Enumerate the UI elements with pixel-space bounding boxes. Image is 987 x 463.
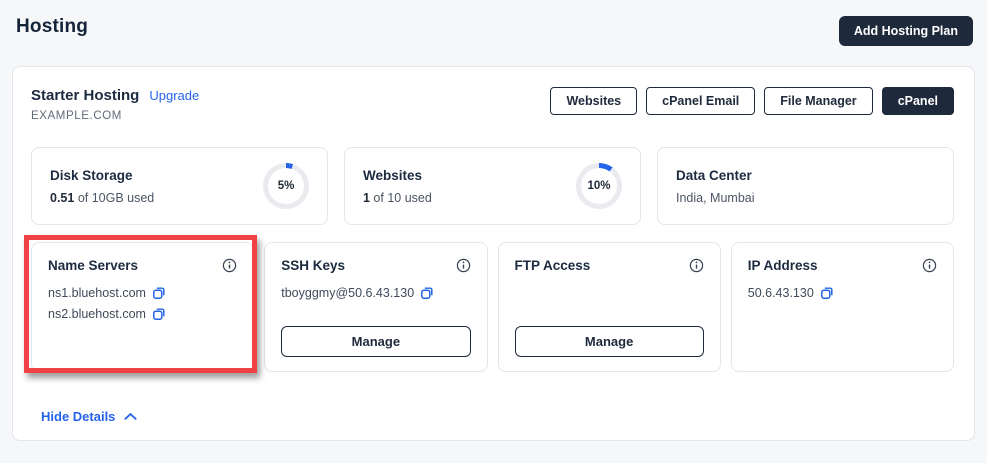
plan-actions: Websites cPanel Email File Manager cPane…	[550, 87, 954, 115]
tab-websites[interactable]: Websites	[550, 87, 638, 115]
disk-storage-donut: 5%	[263, 163, 309, 209]
plan-name: Starter Hosting	[31, 87, 140, 104]
tab-cpanel[interactable]: cPanel	[881, 87, 954, 115]
copy-icon[interactable]	[152, 307, 166, 321]
websites-card: Websites 1 of 10 used 10%	[344, 147, 641, 225]
nameserver-row: ns2.bluehost.com	[48, 307, 237, 321]
ip-address-row: 50.6.43.130	[748, 286, 937, 300]
data-center-card: Data Center India, Mumbai	[657, 147, 954, 225]
ftp-manage-button[interactable]: Manage	[514, 326, 704, 357]
info-icon[interactable]	[456, 258, 471, 273]
hide-details-link[interactable]: Hide Details	[41, 409, 115, 424]
websites-title: Websites	[363, 167, 423, 183]
websites-usage: 1 of 10 used	[363, 190, 432, 205]
ip-address-title: IP Address	[747, 258, 818, 273]
ssh-key-row: tboyggmy@50.6.43.130	[281, 286, 470, 300]
page-title: Hosting	[16, 16, 89, 37]
copy-icon[interactable]	[152, 286, 166, 300]
plan-domain: EXAMPLE.COM	[31, 110, 122, 122]
info-icon[interactable]	[689, 258, 704, 273]
plan-header: Starter Hosting Upgrade EXAMPLE.COM Webs…	[31, 87, 954, 122]
ip-address-card: IP Address 50.6.43.130	[730, 242, 954, 372]
disk-storage-title: Disk Storage	[50, 167, 133, 183]
ssh-manage-button[interactable]: Manage	[281, 326, 471, 357]
disk-storage-card: Disk Storage 0.51 of 10GB used 5%	[31, 147, 328, 225]
disk-storage-usage: 0.51 of 10GB used	[50, 190, 155, 205]
stats-row: Disk Storage 0.51 of 10GB used 5% Websit…	[31, 147, 954, 225]
ssh-keys-title: SSH Keys	[281, 258, 346, 273]
data-center-location: India, Mumbai	[676, 190, 755, 205]
tab-file-manager[interactable]: File Manager	[764, 87, 873, 115]
data-center-title: Data Center	[676, 167, 752, 183]
hosting-plan-card: Starter Hosting Upgrade EXAMPLE.COM Webs…	[12, 66, 975, 441]
nameserver-row: ns1.bluehost.com	[48, 286, 237, 300]
upgrade-link[interactable]: Upgrade	[149, 88, 199, 103]
add-hosting-plan-button[interactable]: Add Hosting Plan	[838, 16, 973, 46]
ssh-keys-card: SSH Keys tboyggmy@50.6.43.130 Manage	[264, 242, 488, 372]
ftp-access-title: FTP Access	[514, 258, 591, 273]
plan-info: Starter Hosting Upgrade EXAMPLE.COM	[31, 87, 199, 122]
top-bar: Hosting Add Hosting Plan	[12, 14, 975, 46]
chevron-up-icon[interactable]	[124, 412, 137, 421]
copy-icon[interactable]	[820, 286, 834, 300]
info-icon[interactable]	[922, 258, 937, 273]
info-icon[interactable]	[222, 258, 237, 273]
details-toggle[interactable]: Hide Details	[31, 409, 954, 424]
websites-donut: 10%	[576, 163, 622, 209]
ftp-access-card: FTP Access Manage	[497, 242, 721, 372]
tab-cpanel-email[interactable]: cPanel Email	[646, 87, 756, 115]
name-servers-title: Name Servers	[48, 258, 139, 273]
name-servers-card: Name Servers ns1.bluehost.com ns2.blueho…	[23, 235, 258, 373]
copy-icon[interactable]	[420, 286, 434, 300]
details-row: Name Servers ns1.bluehost.com ns2.blueho…	[23, 235, 954, 373]
